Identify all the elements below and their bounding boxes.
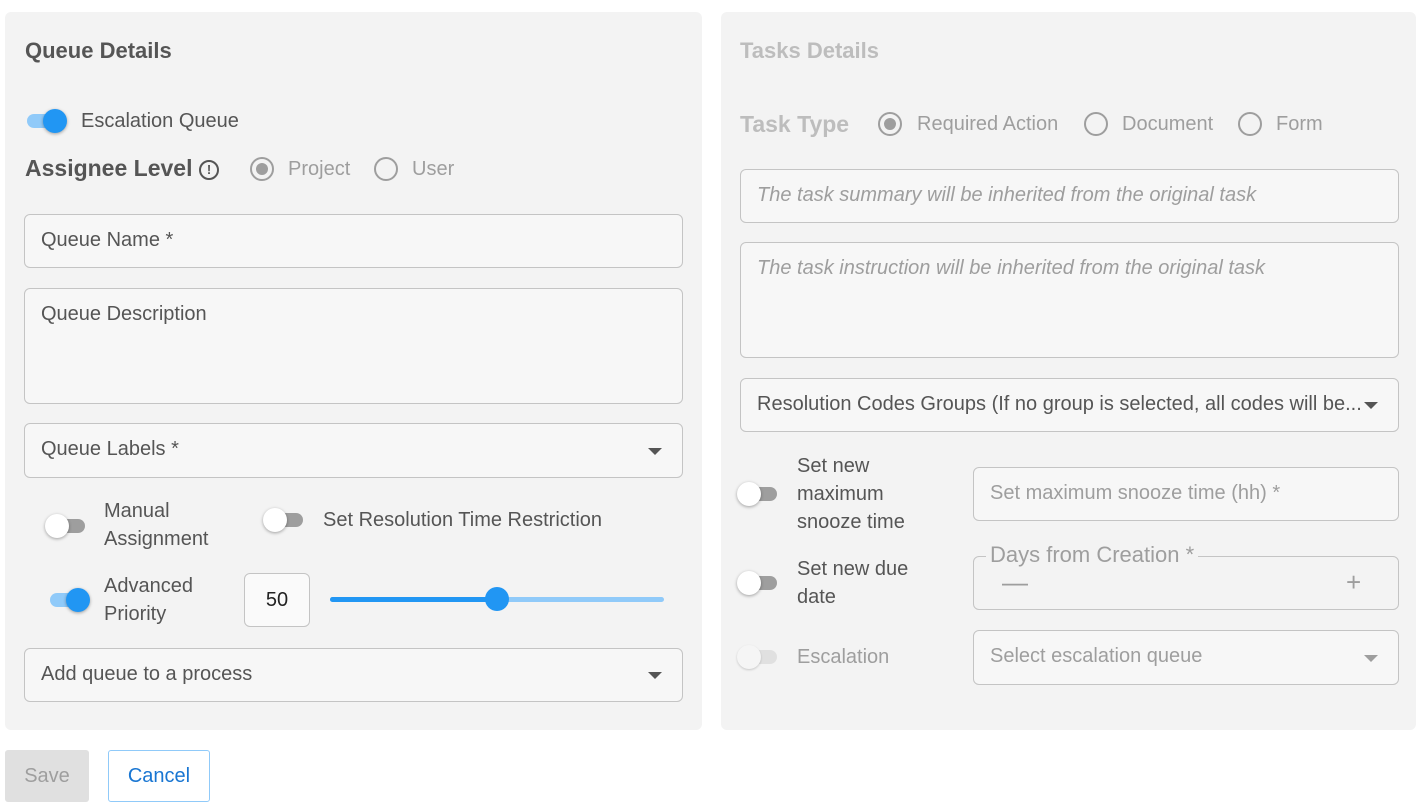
days-from-creation-stepper[interactable]: Days from Creation * — +	[973, 543, 1399, 610]
info-icon[interactable]: !	[199, 160, 219, 180]
radio-required-action[interactable]	[878, 112, 902, 136]
snooze-time-field[interactable]: Set maximum snooze time (hh) *	[973, 467, 1399, 521]
process-placeholder: Add queue to a process	[41, 663, 253, 685]
snooze-toggle[interactable]	[737, 482, 781, 506]
queue-details-panel: Queue Details Escalation Queue Assignee …	[5, 12, 702, 730]
radio-document-label: Document	[1122, 113, 1214, 135]
escalation-queue-toggle[interactable]	[23, 109, 67, 133]
chevron-down-icon	[1364, 654, 1378, 662]
task-instruction-placeholder: The task instruction will be inherited f…	[757, 257, 1266, 279]
radio-form[interactable]	[1238, 112, 1262, 136]
days-from-creation-label: Days from Creation *	[986, 543, 1199, 567]
queue-details-title: Queue Details	[25, 38, 172, 63]
escalation-queue-label: Escalation Queue	[81, 110, 239, 132]
queue-name-placeholder: Queue Name *	[41, 229, 174, 251]
due-date-label: Set new due date	[797, 558, 909, 608]
task-details-title: Tasks Details	[740, 38, 880, 63]
radio-required-action-label: Required Action	[917, 113, 1059, 135]
task-summary-field[interactable]: The task summary will be inherited from …	[740, 169, 1399, 223]
chevron-down-icon	[648, 672, 662, 679]
radio-document[interactable]	[1084, 112, 1108, 136]
queue-description-field[interactable]: Queue Description	[24, 288, 683, 404]
resolution-codes-select[interactable]: Resolution Codes Groups (If no group is …	[740, 378, 1399, 432]
radio-project[interactable]	[250, 157, 274, 181]
resolution-time-toggle[interactable]	[263, 508, 307, 532]
snooze-time-placeholder: Set maximum snooze time (hh) *	[990, 482, 1281, 504]
minus-icon[interactable]: —	[1002, 569, 1028, 595]
escalation-label: Escalation	[797, 646, 890, 668]
chevron-down-icon	[648, 447, 662, 455]
task-instruction-field[interactable]: The task instruction will be inherited f…	[740, 242, 1399, 358]
radio-user[interactable]	[374, 157, 398, 181]
escalation-toggle[interactable]	[737, 645, 781, 669]
assignee-level-label: Assignee Level	[25, 155, 193, 181]
task-type-label: Task Type	[740, 111, 850, 137]
radio-form-label: Form	[1276, 113, 1323, 135]
escalation-queue-select[interactable]: Select escalation queue	[973, 630, 1399, 685]
process-select[interactable]: Add queue to a process	[24, 648, 683, 702]
advanced-priority-toggle[interactable]	[46, 588, 90, 612]
task-details-panel: Tasks Details Task Type Required Action …	[721, 12, 1416, 730]
priority-value-input[interactable]: 50	[244, 573, 310, 627]
radio-project-label: Project	[288, 158, 351, 180]
advanced-priority-label: Advanced Priority	[104, 575, 193, 625]
snooze-label: Set new maximum snooze time	[797, 455, 905, 533]
chevron-down-icon	[1364, 402, 1378, 409]
manual-assignment-toggle[interactable]	[45, 514, 89, 538]
manual-assignment-label: Manual Assignment	[104, 500, 209, 550]
plus-icon[interactable]: +	[1346, 569, 1361, 595]
queue-description-placeholder: Queue Description	[41, 303, 207, 325]
slider-track	[330, 597, 497, 602]
save-button[interactable]: Save	[5, 750, 89, 802]
resolution-codes-placeholder: Resolution Codes Groups (If no group is …	[757, 393, 1362, 415]
task-summary-placeholder: The task summary will be inherited from …	[757, 184, 1257, 206]
queue-labels-placeholder: Queue Labels *	[41, 438, 179, 460]
resolution-time-label: Set Resolution Time Restriction	[323, 509, 603, 531]
queue-labels-select[interactable]: Queue Labels *	[24, 423, 683, 478]
radio-user-label: User	[412, 158, 455, 180]
cancel-button[interactable]: Cancel	[108, 750, 210, 802]
due-date-toggle[interactable]	[737, 571, 781, 595]
slider-thumb[interactable]	[485, 587, 509, 611]
queue-name-field[interactable]: Queue Name *	[24, 214, 683, 268]
escalation-queue-placeholder: Select escalation queue	[990, 645, 1203, 667]
